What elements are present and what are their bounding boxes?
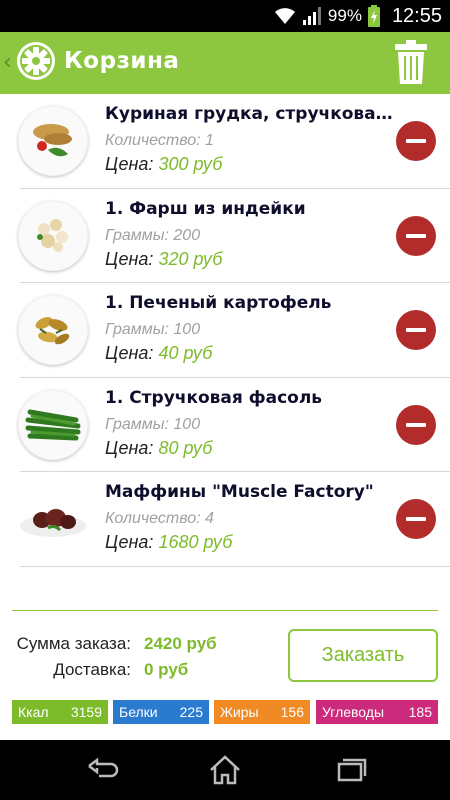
clock: 12:55 <box>391 4 442 27</box>
nutrition-value: 156 <box>280 704 304 720</box>
delivery-value: 0 руб <box>144 660 189 679</box>
item-quantity: Количество: 4 <box>105 510 214 528</box>
price-value: 320 руб <box>158 248 223 269</box>
order-button[interactable]: Заказать <box>288 629 438 682</box>
price-value: 40 руб <box>158 343 213 364</box>
price-label: Цена: <box>105 154 154 174</box>
remove-item-button[interactable] <box>396 215 436 256</box>
item-price-row: Цена: 40 руб <box>105 343 212 364</box>
cart-item: Маффины "Muscle Factory" Количество: 4 Ц… <box>18 472 450 567</box>
order-total-label: Сумма заказа: <box>16 634 131 653</box>
app-bar: ‹ Корзина <box>0 32 450 94</box>
cart-item: Куриная грудка, стручковая... Количество… <box>18 94 450 189</box>
nutrition-label: Жиры <box>220 704 259 720</box>
status-bar: 99% 12:55 <box>0 0 450 32</box>
item-thumbnail <box>18 295 88 366</box>
price-label: Цена: <box>105 437 154 458</box>
price-label: Цена: <box>105 343 154 364</box>
item-grams: Граммы: 100 <box>105 415 201 433</box>
item-grams: Граммы: 200 <box>105 226 201 244</box>
remove-item-button[interactable] <box>396 310 436 351</box>
item-price-row: Цена: 1680 руб <box>105 532 232 553</box>
battery-percent: 99% <box>327 6 362 25</box>
chevron-left-icon[interactable]: ‹ <box>3 50 12 75</box>
divider <box>12 610 438 611</box>
nutrition-value: 185 <box>408 704 432 720</box>
nutrition-label: Ккал <box>18 704 49 720</box>
item-name: 1. Печеный картофель <box>105 293 332 314</box>
back-icon[interactable] <box>83 752 123 788</box>
item-price-row: Цена: 300 руб <box>105 154 222 175</box>
price-value: 300 руб <box>158 154 223 174</box>
signal-icon <box>302 7 321 25</box>
item-name: Маффины "Muscle Factory" <box>105 482 374 503</box>
price-label: Цена: <box>105 532 154 553</box>
item-thumbnail <box>18 106 88 176</box>
item-thumbnail <box>18 484 88 555</box>
cart-item: 1. Печеный картофель Граммы: 100 Цена: 4… <box>18 283 450 378</box>
nutrition-value: 225 <box>179 704 203 720</box>
status-icons: 99% 12:55 <box>274 0 442 32</box>
home-icon[interactable] <box>205 752 245 788</box>
nutrition-label: Белки <box>119 704 158 720</box>
cart-item: 1. Стручковая фасоль Граммы: 100 Цена: 8… <box>18 378 450 473</box>
gear-icon[interactable] <box>16 41 56 81</box>
cart-item: 1. Фарш из индейки Граммы: 200 Цена: 320… <box>18 189 450 284</box>
item-price-row: Цена: 320 руб <box>105 249 222 270</box>
kcal-badge: Ккал 3159 <box>12 700 108 724</box>
fat-badge: Жиры 156 <box>214 700 310 724</box>
nutrition-summary: Ккал 3159 Белки 225 Жиры 156 Углеводы 18… <box>12 700 438 724</box>
recent-apps-icon[interactable] <box>330 752 370 788</box>
item-name: 1. Фарш из индейки <box>105 198 306 219</box>
item-thumbnail <box>18 200 88 271</box>
carbs-badge: Углеводы 185 <box>316 700 438 724</box>
cart-list: Куриная грудка, стручковая... Количество… <box>0 94 450 567</box>
trash-icon[interactable] <box>394 40 428 84</box>
item-price-row: Цена: 80 руб <box>105 438 212 459</box>
price-label: Цена: <box>105 248 154 269</box>
price-value: 1680 руб <box>158 532 233 553</box>
wifi-icon <box>274 8 295 24</box>
order-total-value: 2420 руб <box>144 634 217 653</box>
protein-badge: Белки 225 <box>113 700 209 724</box>
item-quantity: Количество: 1 <box>105 132 214 149</box>
item-thumbnail <box>18 389 88 460</box>
nutrition-label: Углеводы <box>322 704 385 720</box>
remove-item-button[interactable] <box>396 499 436 540</box>
remove-item-button[interactable] <box>396 404 436 445</box>
item-name: 1. Стручковая фасоль <box>105 387 323 408</box>
page-title: Корзина <box>64 48 180 74</box>
item-name: Куриная грудка, стручковая... <box>105 104 395 124</box>
remove-item-button[interactable] <box>396 121 436 161</box>
price-value: 80 руб <box>158 437 213 458</box>
nutrition-value: 3159 <box>70 704 102 720</box>
delivery-label: Доставка: <box>53 660 131 679</box>
system-nav-bar <box>0 740 450 800</box>
item-grams: Граммы: 100 <box>105 321 201 339</box>
battery-icon <box>367 5 380 27</box>
